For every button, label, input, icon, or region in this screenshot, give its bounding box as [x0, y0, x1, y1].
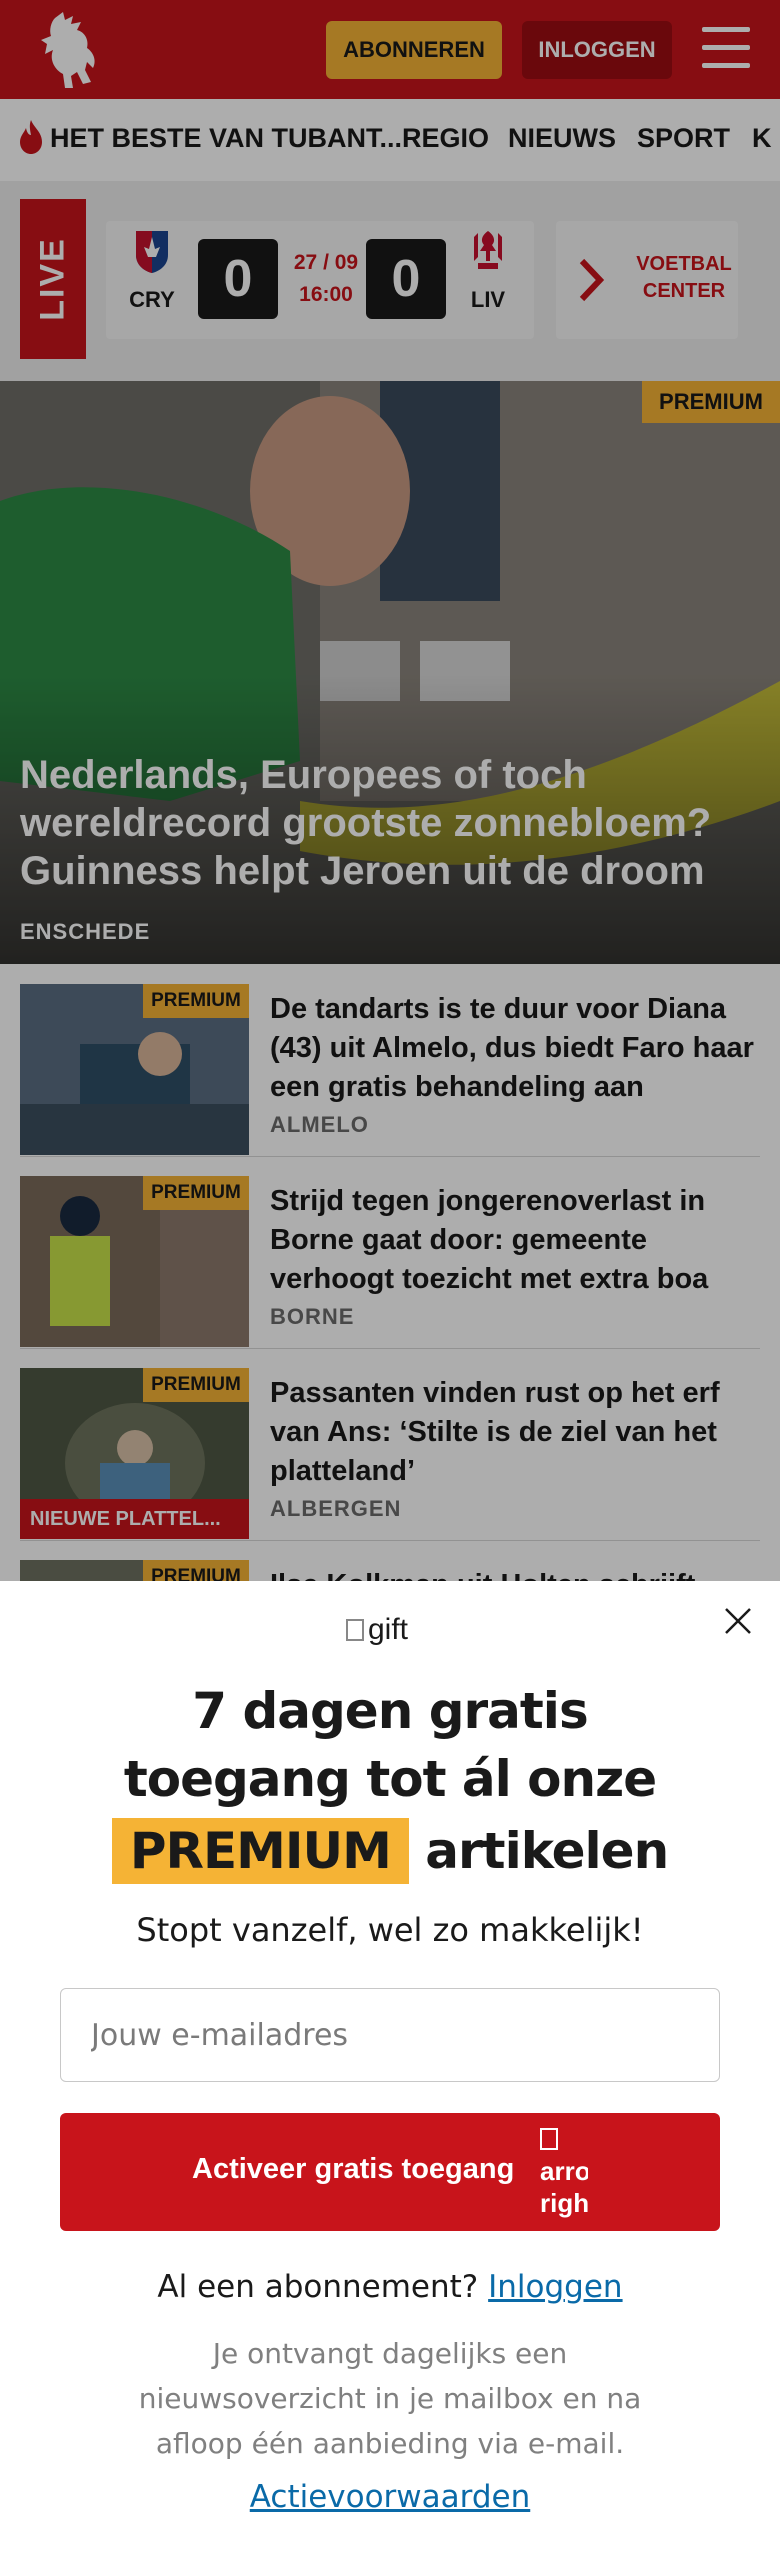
gift-icon: gift [346, 1613, 408, 1647]
premium-highlight: PREMIUM [111, 1818, 409, 1884]
activate-trial-button[interactable]: Activeer gratis toegang arrow-right [60, 2113, 720, 2231]
close-icon[interactable] [722, 1605, 754, 1637]
terms-link[interactable]: Actievoorwaarden [250, 2479, 531, 2515]
modal-backdrop[interactable] [0, 0, 780, 1581]
fine-print: Je ontvangt dagelijks een nieuwsoverzich… [138, 2337, 642, 2460]
existing-subscription-line: Al een abonnement? Inloggen [157, 2269, 623, 2305]
arrow-right-icon: arrow-right [540, 2123, 588, 2221]
cta-label: Activeer gratis toegang [192, 2153, 515, 2185]
login-link[interactable]: Inloggen [488, 2269, 622, 2305]
premium-trial-sheet: gift 7 dagen gratis toegang tot ál onze … [0, 1581, 780, 2560]
terms-container: Actievoorwaarden [40, 2479, 740, 2515]
sheet-subline: Stopt vanzelf, wel zo makkelijk! [136, 1911, 644, 1949]
email-field[interactable] [60, 1988, 720, 2082]
sheet-headline: 7 dagen gratis toegang tot ál onze PREMI… [40, 1677, 740, 1885]
